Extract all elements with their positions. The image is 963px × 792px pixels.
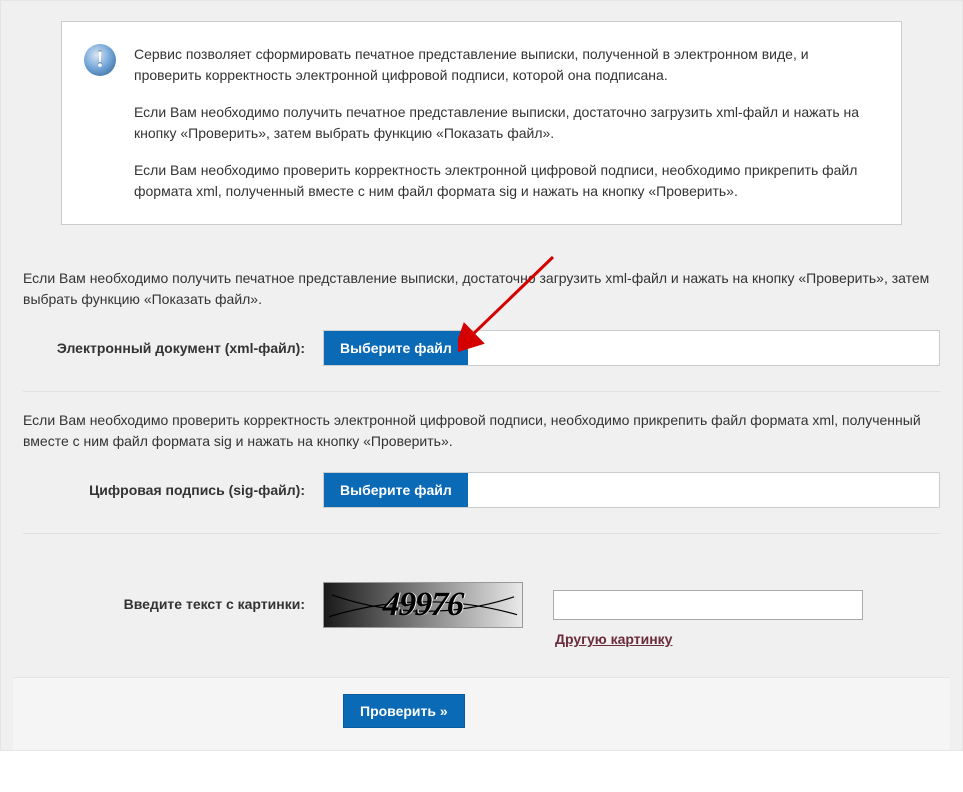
xml-choose-file-button[interactable]: Выберите файл xyxy=(324,331,468,365)
captcha-refresh-link[interactable]: Другую картинку xyxy=(555,631,863,647)
form-container: ! Сервис позволяет сформировать печатное… xyxy=(0,0,963,751)
info-paragraph-1: Сервис позволяет сформировать печатное п… xyxy=(134,44,877,86)
info-text: Сервис позволяет сформировать печатное п… xyxy=(134,44,877,202)
info-icon: ! xyxy=(84,44,116,76)
xml-field-label: Электронный документ (xml-файл): xyxy=(23,340,323,356)
submit-row: Проверить » xyxy=(13,677,950,750)
sig-file-block: Выберите файл xyxy=(323,472,940,508)
sig-field-row: Цифровая подпись (sig-файл): Выберите фа… xyxy=(13,452,950,533)
info-paragraph-2: Если Вам необходимо получить печатное пр… xyxy=(134,102,877,144)
info-paragraph-3: Если Вам необходимо проверить корректнос… xyxy=(134,160,877,202)
captcha-input[interactable] xyxy=(553,590,863,620)
submit-button[interactable]: Проверить » xyxy=(343,694,465,728)
captcha-image: 49976 xyxy=(323,582,523,628)
info-panel: ! Сервис позволяет сформировать печатное… xyxy=(61,21,902,225)
captcha-row: Введите текст с картинки: 49976 Другую к… xyxy=(13,534,950,677)
xml-field-row: Электронный документ (xml-файл): Выберит… xyxy=(13,310,950,391)
sig-section-note: Если Вам необходимо проверить корректнос… xyxy=(13,392,950,452)
xml-section-note: Если Вам необходимо получить печатное пр… xyxy=(13,250,950,310)
sig-choose-file-button[interactable]: Выберите файл xyxy=(324,473,468,507)
captcha-label: Введите текст с картинки: xyxy=(23,582,323,612)
captcha-image-text: 49976 xyxy=(382,586,464,624)
sig-file-name xyxy=(468,473,939,507)
xml-file-name xyxy=(468,331,939,365)
sig-field-label: Цифровая подпись (sig-файл): xyxy=(23,482,323,498)
xml-file-block: Выберите файл xyxy=(323,330,940,366)
